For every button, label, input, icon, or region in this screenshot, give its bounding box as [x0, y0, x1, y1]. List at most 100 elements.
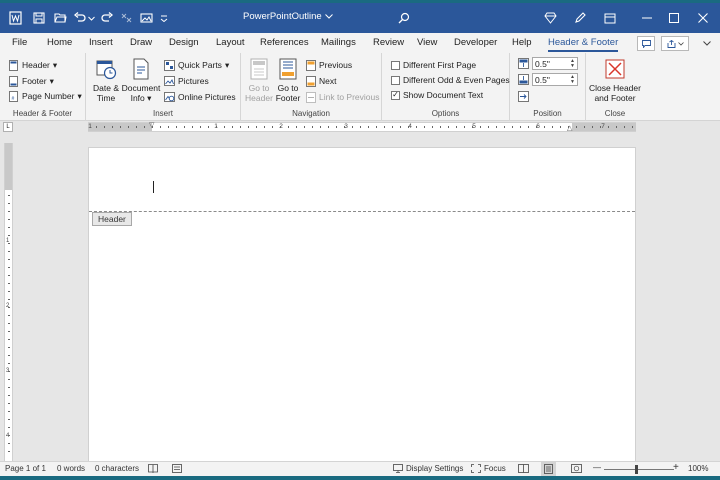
tab-home[interactable]: Home — [47, 37, 72, 48]
vertical-ruler[interactable]: 1 2 3 4 — [4, 143, 13, 461]
link-to-previous-button[interactable]: Link to Previous — [305, 90, 379, 104]
go-to-header-button[interactable]: Go to Header — [245, 58, 273, 103]
undo-dropdown-icon[interactable] — [86, 3, 96, 33]
tab-developer[interactable]: Developer — [454, 37, 497, 48]
tab-draw[interactable]: Draw — [130, 37, 152, 48]
ribbon-display-icon[interactable] — [600, 3, 620, 33]
minimize-button[interactable] — [632, 3, 662, 33]
quick-parts-button[interactable]: Quick Parts ▾ — [164, 58, 229, 72]
go-to-footer-button[interactable]: Go to Footer — [274, 58, 302, 103]
online-pictures-icon — [164, 92, 175, 103]
document-info-button[interactable]: Document Info ▾ — [122, 58, 160, 103]
different-odd-even-checkbox[interactable]: Different Odd & Even Pages — [391, 73, 510, 87]
header-spin-arrows-icon[interactable]: ▲ ▼ — [570, 58, 575, 69]
share-button[interactable] — [661, 36, 689, 51]
footer-button[interactable]: Footer ▾ — [8, 74, 54, 88]
document-page[interactable]: Header — [88, 147, 636, 463]
ruler-tick — [288, 126, 289, 128]
character-count[interactable]: 0 characters — [95, 464, 139, 473]
footer-position-spinner[interactable]: 0.5" ▲ ▼ — [518, 73, 578, 86]
different-first-page-checkbox[interactable]: Different First Page — [391, 58, 476, 72]
page-number-button[interactable]: # Page Number ▾ — [8, 89, 82, 103]
date-time-label-2: Time — [96, 93, 116, 103]
group-header-footer: Header ▾ Footer ▾ # Page Number ▾ Header… — [0, 53, 86, 121]
word-count[interactable]: 0 words — [57, 464, 85, 473]
header-position-input[interactable]: 0.5" ▲ ▼ — [532, 57, 578, 70]
footer-spin-arrows-icon[interactable]: ▲ ▼ — [570, 74, 575, 85]
tab-selector-button[interactable]: L — [3, 122, 13, 132]
macro-recording-icon[interactable] — [172, 464, 182, 473]
insert-picture-icon[interactable] — [137, 3, 155, 33]
format-painter-icon[interactable] — [117, 3, 135, 33]
comments-button[interactable] — [637, 36, 655, 51]
vruler-tick — [8, 203, 10, 204]
collapse-ribbon-chevron-icon[interactable] — [699, 36, 715, 51]
ruler-tick — [504, 126, 505, 128]
go-to-footer-label-1: Go to — [277, 83, 299, 93]
ruler-tick — [192, 126, 193, 128]
svg-text:#: # — [12, 96, 15, 102]
ruler-tick — [112, 126, 113, 128]
ruler-tick — [424, 126, 425, 128]
header-button[interactable]: Header ▾ — [8, 58, 57, 72]
online-pictures-label: Online Pictures — [178, 92, 236, 102]
tab-header-footer[interactable]: Header & Footer — [548, 37, 619, 52]
document-title[interactable]: PowerPointOutline — [243, 11, 333, 22]
zoom-level[interactable]: 100% — [688, 464, 708, 473]
page-count[interactable]: Page 1 of 1 — [5, 464, 46, 473]
pen-icon[interactable] — [570, 3, 590, 33]
read-mode-icon[interactable] — [518, 464, 529, 473]
insert-alignment-tab-button[interactable] — [518, 89, 529, 103]
tab-view[interactable]: View — [417, 37, 437, 48]
header-chevron-icon: ▾ — [52, 59, 58, 70]
close-header-footer-button[interactable]: Close Header and Footer — [588, 58, 642, 103]
save-icon[interactable] — [29, 3, 49, 33]
tab-design[interactable]: Design — [169, 37, 199, 48]
tab-review[interactable]: Review — [373, 37, 404, 48]
alignment-tab-icon — [518, 90, 529, 102]
print-layout-icon[interactable] — [541, 462, 556, 476]
next-button[interactable]: Next — [305, 74, 336, 88]
search-icon[interactable] — [396, 3, 412, 33]
focus-button[interactable]: Focus — [471, 464, 506, 473]
open-icon[interactable] — [50, 3, 70, 33]
ruler-tick — [608, 126, 609, 128]
group-label-insert: Insert — [152, 109, 173, 118]
zoom-slider-track[interactable] — [604, 469, 674, 470]
redo-icon[interactable] — [98, 3, 116, 33]
display-settings-button[interactable]: Display Settings — [393, 464, 463, 473]
web-layout-icon[interactable] — [571, 464, 582, 473]
vruler-tick — [8, 387, 10, 388]
customize-icon[interactable] — [157, 3, 171, 33]
tab-references[interactable]: References — [260, 37, 309, 48]
tab-layout[interactable]: Layout — [216, 37, 245, 48]
document-info-label-1: Document — [121, 83, 161, 93]
footer-position-input[interactable]: 0.5" ▲ ▼ — [532, 73, 578, 86]
tab-file[interactable]: File — [12, 37, 27, 48]
show-document-text-checkbox[interactable]: ✓ Show Document Text — [391, 88, 483, 102]
date-time-button[interactable]: Date & Time — [92, 58, 120, 103]
ruler-tick — [328, 126, 329, 128]
tab-insert[interactable]: Insert — [89, 37, 113, 48]
pictures-button[interactable]: Pictures — [164, 74, 209, 88]
horizontal-ruler[interactable]: 1 1 2 3 4 5 6 7 ▽ △ — [88, 122, 636, 132]
tab-mailings[interactable]: Mailings — [321, 37, 356, 48]
group-navigation: Go to Header Go to Footer Previous Next — [241, 53, 382, 121]
footer-position-value: 0.5" — [535, 74, 550, 85]
close-header-footer-label-1: Close Header — [589, 83, 641, 93]
vruler-tick — [8, 419, 10, 420]
online-pictures-button[interactable]: Online Pictures — [164, 90, 236, 104]
maximize-button[interactable] — [659, 3, 689, 33]
go-to-footer-icon — [277, 58, 299, 80]
zoom-slider-thumb[interactable] — [635, 465, 638, 474]
zoom-in-button[interactable]: + — [673, 462, 679, 473]
header-position-spinner[interactable]: 0.5" ▲ ▼ — [518, 57, 578, 70]
diamond-icon[interactable] — [540, 3, 560, 33]
close-window-button[interactable] — [688, 3, 718, 33]
tab-help[interactable]: Help — [512, 37, 532, 48]
previous-button[interactable]: Previous — [305, 58, 352, 72]
ruler-tick — [232, 126, 233, 128]
zoom-out-button[interactable]: — — [593, 463, 601, 472]
proofing-icon[interactable] — [148, 464, 158, 473]
quick-parts-chevron-icon: ▾ — [224, 59, 230, 70]
